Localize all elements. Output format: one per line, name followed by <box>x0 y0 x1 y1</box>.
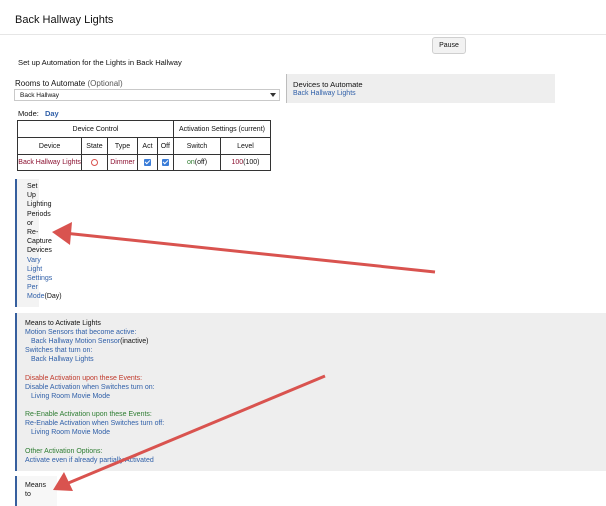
annotation-arrows <box>52 222 436 491</box>
arrow-to-lighting-periods <box>52 222 436 274</box>
arrow-to-means-panel <box>53 374 326 491</box>
